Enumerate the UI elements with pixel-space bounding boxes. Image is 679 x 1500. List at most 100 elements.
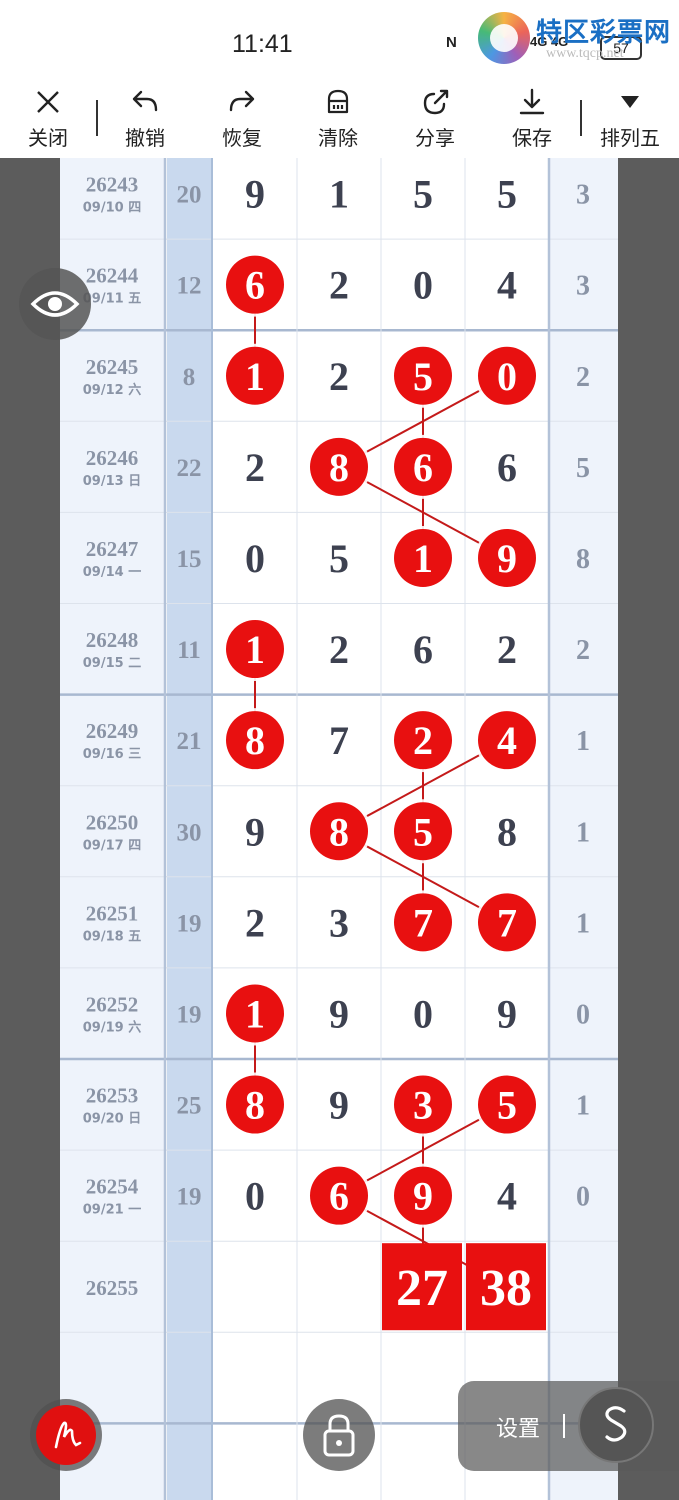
digit-highlighted: 1: [245, 627, 265, 672]
sum-value: 19: [177, 1001, 202, 1028]
issue-date: 09/16 三: [83, 747, 141, 762]
issue-number: 26245: [86, 355, 139, 379]
digit: 2: [245, 900, 265, 945]
digit: 5: [497, 172, 517, 217]
sum-value: 20: [177, 182, 202, 209]
digit: 5: [329, 536, 349, 581]
digit: 9: [245, 809, 265, 854]
digit: 2: [245, 445, 265, 490]
close-icon: [37, 91, 59, 113]
lottery-select-button[interactable]: 排列五: [590, 80, 670, 158]
last-digit-value: 1: [576, 1091, 590, 1122]
share-label: 分享: [415, 126, 455, 150]
save-button[interactable]: 保存: [492, 80, 572, 158]
lottery-label: 排列五: [600, 126, 660, 150]
issue-number: 26247: [86, 537, 139, 561]
last-digit-value: 5: [576, 453, 590, 484]
digit-highlighted: 8: [245, 718, 265, 763]
digit-highlighted: 8: [329, 809, 349, 854]
settings-panel: 设置: [458, 1381, 679, 1471]
watermark-text: 特区彩票网: [536, 18, 672, 48]
sum-value: 15: [177, 546, 202, 573]
digit: 9: [497, 991, 517, 1036]
digit: 9: [245, 172, 265, 217]
redo-icon: [229, 90, 255, 112]
prediction-value: 27: [396, 1260, 448, 1317]
digit: 6: [497, 445, 517, 490]
digit: 5: [413, 172, 433, 217]
undo-button[interactable]: 撤销: [105, 80, 185, 158]
digit: 9: [329, 991, 349, 1036]
pen-icon: [54, 1421, 82, 1449]
digit: 2: [329, 354, 349, 399]
toggle-visibility-button[interactable]: [19, 268, 91, 340]
left-margin: [0, 158, 60, 1500]
issue-date: 09/15 二: [83, 656, 141, 671]
digit-highlighted: 7: [497, 900, 517, 945]
issue-number: 26246: [86, 446, 139, 470]
nfc-icon: N: [446, 34, 457, 51]
issue-date: 09/20 日: [83, 1112, 141, 1127]
s-icon: [605, 1406, 627, 1442]
sum-value: 22: [177, 455, 202, 482]
last-digit-value: 3: [576, 271, 590, 302]
issue-date: 09/14 一: [83, 565, 141, 580]
settings-button[interactable]: 设置: [496, 1411, 540, 1443]
last-digit-value: 1: [576, 726, 590, 757]
trend-chart[interactable]: 26243 09/10 四 20 9 1 5 5 3 26244 09/11 五 12 6 2 0 4 3 26…: [60, 158, 618, 1500]
toolbar: 关闭 撤销 恢复 清除 分享 保存 排列五: [0, 80, 679, 158]
sum-value: 21: [177, 728, 202, 755]
digit-highlighted: 1: [245, 991, 265, 1036]
digit: 0: [245, 1174, 265, 1219]
last-digit-value: 3: [576, 180, 590, 211]
settings-divider: [563, 1414, 565, 1438]
issue-date: 09/12 六: [83, 382, 141, 398]
trend-chart-svg[interactable]: 2624309/10 四 20 9 1 5 5 32624409/11 五 12 6 2 0 4 326…: [60, 158, 618, 1500]
digit: 2: [497, 627, 517, 672]
issue-number: 26244: [86, 264, 139, 288]
lock-button[interactable]: [303, 1399, 375, 1471]
last-digit-value: 0: [576, 999, 590, 1030]
issue-date: 09/11 五: [83, 292, 141, 307]
digit: 2: [329, 263, 349, 308]
digit-highlighted: 5: [413, 809, 433, 854]
download-icon: [519, 88, 545, 115]
close-button[interactable]: 关闭: [8, 80, 88, 158]
watermark-logo: [478, 12, 530, 64]
lock-icon: [323, 1414, 355, 1457]
sum-value: 25: [177, 1093, 202, 1120]
toolbar-divider: [580, 100, 582, 136]
s-menu-button[interactable]: [578, 1387, 654, 1463]
sum-value: 12: [177, 273, 202, 300]
digit: 4: [497, 263, 517, 308]
digit-highlighted: 8: [329, 445, 349, 490]
prediction-value: 38: [480, 1260, 532, 1317]
digit: 9: [329, 1083, 349, 1128]
share-icon: [423, 89, 449, 115]
draw-button[interactable]: [30, 1399, 102, 1471]
digit-highlighted: 4: [497, 718, 517, 763]
sum-value: 19: [177, 1184, 202, 1211]
clear-button[interactable]: 清除: [298, 80, 378, 158]
digit: 0: [245, 536, 265, 581]
digit-highlighted: 5: [413, 354, 433, 399]
watermark-url: www.tqcp.net: [546, 46, 624, 61]
redo-button[interactable]: 恢复: [202, 80, 282, 158]
issue-number: 26249: [86, 719, 139, 743]
issue-number: 26251: [86, 901, 139, 925]
digit-highlighted: 2: [413, 718, 433, 763]
digit-highlighted: 1: [413, 536, 433, 581]
digit-highlighted: 8: [245, 1083, 265, 1128]
last-digit-value: 2: [576, 362, 590, 393]
last-digit-value: 8: [576, 544, 590, 575]
issue-date: 09/19 六: [83, 1019, 141, 1035]
sum-value: 8: [183, 364, 196, 391]
issue-number: 26255: [86, 1276, 139, 1300]
dropdown-triangle-icon: [621, 96, 639, 108]
issue-date: 09/17 四: [83, 838, 141, 853]
digit-highlighted: 6: [329, 1174, 349, 1219]
digit: 8: [497, 809, 517, 854]
undo-icon: [132, 90, 158, 112]
share-button[interactable]: 分享: [395, 80, 475, 158]
digit-highlighted: 5: [497, 1083, 517, 1128]
